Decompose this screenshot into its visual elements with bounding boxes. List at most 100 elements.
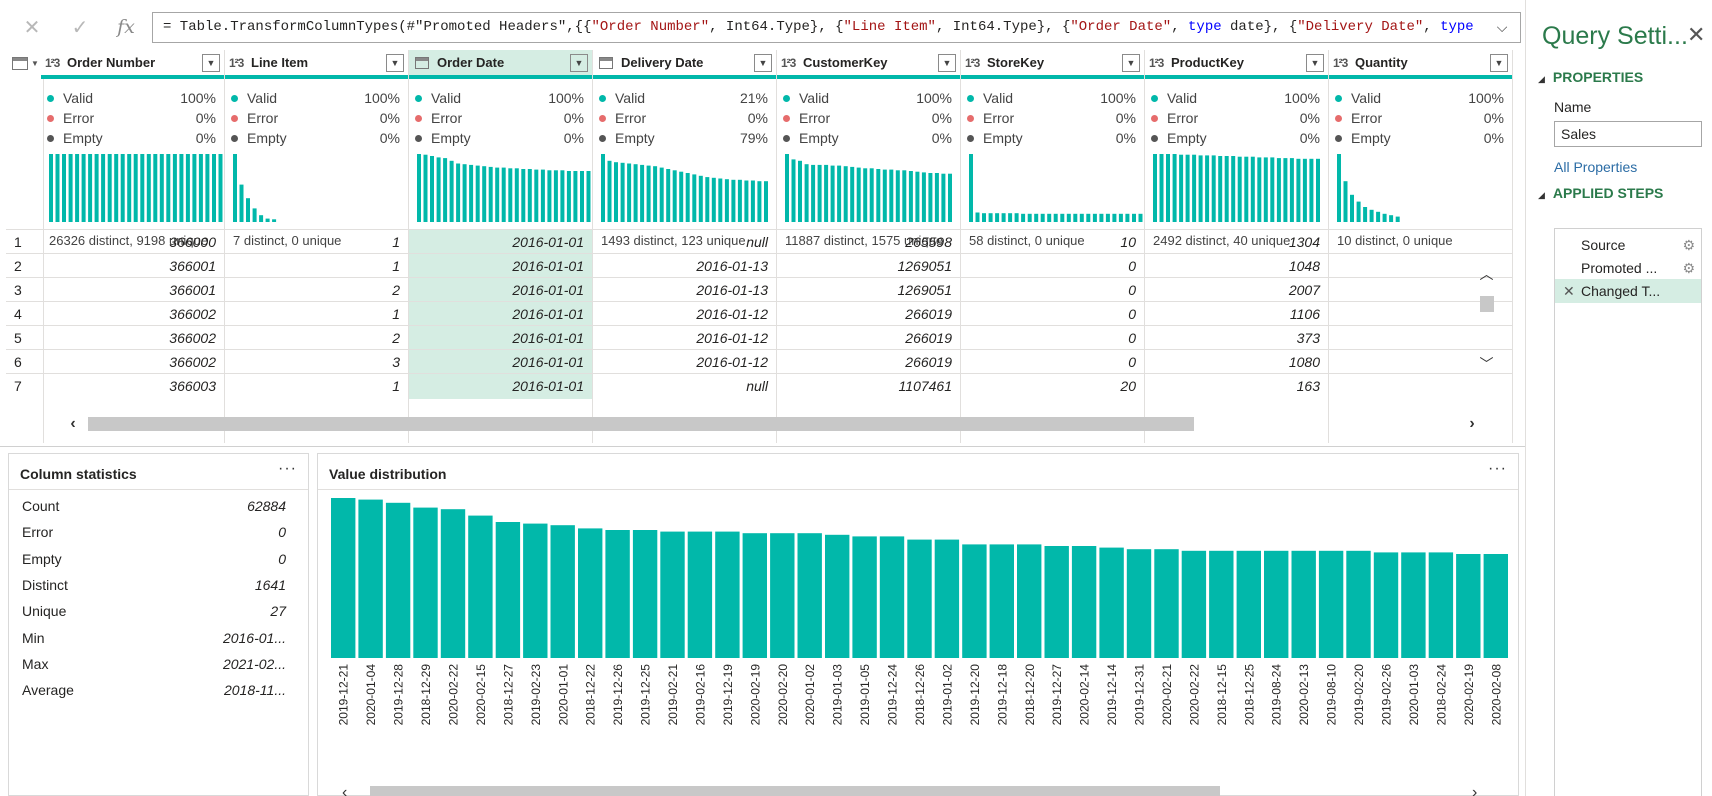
- table-cell[interactable]: 163: [1145, 373, 1328, 399]
- check-icon[interactable]: ✓: [60, 10, 100, 44]
- caret-down-icon[interactable]: ▼: [31, 59, 39, 68]
- applied-step[interactable]: ✕ Changed T...: [1555, 279, 1701, 303]
- query-name-input[interactable]: Sales: [1554, 121, 1702, 147]
- distribution-bar[interactable]: [495, 522, 521, 658]
- table-icon[interactable]: [12, 57, 28, 70]
- distribution-bar[interactable]: [385, 502, 411, 658]
- filter-dropdown-icon[interactable]: ▼: [754, 53, 772, 72]
- number-type-icon[interactable]: 1²3: [781, 56, 803, 70]
- table-cell[interactable]: 10: [961, 229, 1144, 255]
- table-cell[interactable]: 1107461: [777, 373, 960, 399]
- table-cell[interactable]: 1269051: [777, 277, 960, 303]
- calendar-icon[interactable]: [599, 56, 613, 69]
- scroll-thumb[interactable]: [1480, 296, 1494, 312]
- number-type-icon[interactable]: 1²3: [45, 56, 67, 70]
- table-cell[interactable]: 2016-01-01: [409, 301, 592, 327]
- distribution-bar[interactable]: [440, 509, 466, 658]
- applied-step[interactable]: Promoted ... ⚙: [1555, 256, 1701, 280]
- table-cell[interactable]: 1: [225, 229, 408, 255]
- table-cell[interactable]: 0: [961, 253, 1144, 279]
- table-cell[interactable]: 2016-01-01: [409, 253, 592, 279]
- distribution-bar[interactable]: [962, 544, 987, 658]
- table-cell[interactable]: 1048: [1145, 253, 1328, 279]
- table-cell[interactable]: 1: [225, 301, 408, 327]
- distribution-bar[interactable]: [989, 544, 1014, 658]
- distribution-bar[interactable]: [1373, 552, 1399, 658]
- distribution-bar[interactable]: [1236, 550, 1261, 658]
- table-cell[interactable]: 1106: [1145, 301, 1328, 327]
- distribution-bar[interactable]: [550, 525, 575, 658]
- row-number[interactable]: 6: [6, 349, 44, 375]
- filter-dropdown-icon[interactable]: ▼: [202, 53, 220, 72]
- table-cell[interactable]: 373: [1145, 325, 1328, 351]
- row-number[interactable]: 5: [6, 325, 44, 351]
- distribution-bar[interactable]: [468, 515, 493, 658]
- table-cell[interactable]: 266019: [777, 301, 960, 327]
- filter-dropdown-icon[interactable]: ▼: [1306, 53, 1324, 72]
- column-distribution-sparkline[interactable]: [417, 152, 593, 230]
- table-cell[interactable]: 1: [225, 373, 408, 399]
- table-cell[interactable]: 366001: [41, 277, 224, 303]
- column-customerkey[interactable]: 1²3 CustomerKey ▼ Valid 100% Error 0% Empty 0% 11…: [777, 50, 961, 443]
- distribution-bar[interactable]: [605, 530, 630, 658]
- table-cell[interactable]: [1329, 229, 1512, 255]
- distribution-bar[interactable]: [797, 533, 822, 658]
- distribution-bar[interactable]: [1126, 549, 1152, 658]
- horizontal-scrollbar[interactable]: ‹ ›: [330, 784, 1500, 796]
- column-header[interactable]: 1²3 Order Number ▼: [41, 50, 224, 79]
- close-icon[interactable]: ✕: [12, 10, 52, 44]
- column-header[interactable]: 1²3 Line Item ▼: [225, 50, 408, 79]
- column-header[interactable]: Delivery Date ▼: [593, 50, 776, 79]
- chevron-left-icon[interactable]: ‹: [342, 784, 347, 796]
- column-header[interactable]: 1²3 ProductKey ▼: [1145, 50, 1328, 79]
- distribution-bar[interactable]: [1154, 549, 1179, 658]
- table-cell[interactable]: 265598: [777, 229, 960, 255]
- table-cell[interactable]: null: [593, 229, 776, 255]
- horizontal-scrollbar[interactable]: ‹ ›: [55, 414, 1495, 434]
- distribution-bar[interactable]: [1291, 550, 1316, 658]
- row-number[interactable]: 7: [6, 373, 44, 399]
- collapse-triangle-icon[interactable]: ◢: [1538, 74, 1545, 84]
- chevron-up-icon[interactable]: ︿: [1476, 264, 1497, 284]
- chevron-right-icon[interactable]: ›: [1462, 414, 1482, 434]
- chevron-down-icon[interactable]: ﹀: [1476, 354, 1497, 374]
- table-cell[interactable]: 2016-01-13: [593, 277, 776, 303]
- column-header[interactable]: 1²3 CustomerKey ▼: [777, 50, 960, 79]
- distribution-bar[interactable]: [1071, 546, 1097, 658]
- column-productkey[interactable]: 1²3 ProductKey ▼ Valid 100% Error 0% Empty 0% 249…: [1145, 50, 1329, 443]
- all-properties-link[interactable]: All Properties: [1554, 159, 1637, 175]
- table-cell[interactable]: 1304: [1145, 229, 1328, 255]
- applied-steps-heading[interactable]: ◢ APPLIED STEPS: [1538, 185, 1663, 201]
- table-cell[interactable]: 366000: [41, 229, 224, 255]
- applied-step[interactable]: Source ⚙: [1555, 233, 1701, 257]
- table-cell[interactable]: 0: [961, 349, 1144, 375]
- table-cell[interactable]: 1080: [1145, 349, 1328, 375]
- table-cell[interactable]: 2: [225, 277, 408, 303]
- distribution-bar[interactable]: [1456, 554, 1481, 658]
- filter-dropdown-icon[interactable]: ▼: [1122, 53, 1140, 72]
- distribution-bar[interactable]: [1264, 550, 1289, 658]
- table-cell[interactable]: 2016-01-12: [593, 301, 776, 327]
- column-distribution-sparkline[interactable]: [785, 152, 961, 230]
- table-cell[interactable]: 3: [225, 349, 408, 375]
- table-cell[interactable]: 366002: [41, 325, 224, 351]
- distribution-bar[interactable]: [907, 539, 932, 658]
- distribution-bar[interactable]: [1044, 546, 1069, 658]
- delete-step-icon[interactable]: ✕: [1563, 279, 1575, 303]
- row-number[interactable]: 1: [6, 229, 44, 255]
- distribution-bar[interactable]: [1318, 550, 1344, 658]
- table-cell[interactable]: 2016-01-13: [593, 253, 776, 279]
- column-delivery-date[interactable]: Delivery Date ▼ Valid 21% Error 0% Empty 79% 149…: [593, 50, 777, 443]
- table-cell[interactable]: 0: [961, 301, 1144, 327]
- column-distribution-sparkline[interactable]: [49, 152, 225, 230]
- scroll-thumb[interactable]: [370, 786, 1220, 796]
- table-cell[interactable]: 0: [961, 277, 1144, 303]
- table-cell[interactable]: 2: [225, 325, 408, 351]
- distribution-bar[interactable]: [742, 533, 767, 658]
- table-cell[interactable]: 266019: [777, 325, 960, 351]
- distribution-bar[interactable]: [715, 531, 740, 658]
- distribution-bar[interactable]: [632, 530, 658, 658]
- more-icon[interactable]: ···: [1488, 460, 1507, 478]
- close-icon[interactable]: ✕: [1687, 22, 1705, 48]
- fx-icon[interactable]: fx: [106, 10, 146, 44]
